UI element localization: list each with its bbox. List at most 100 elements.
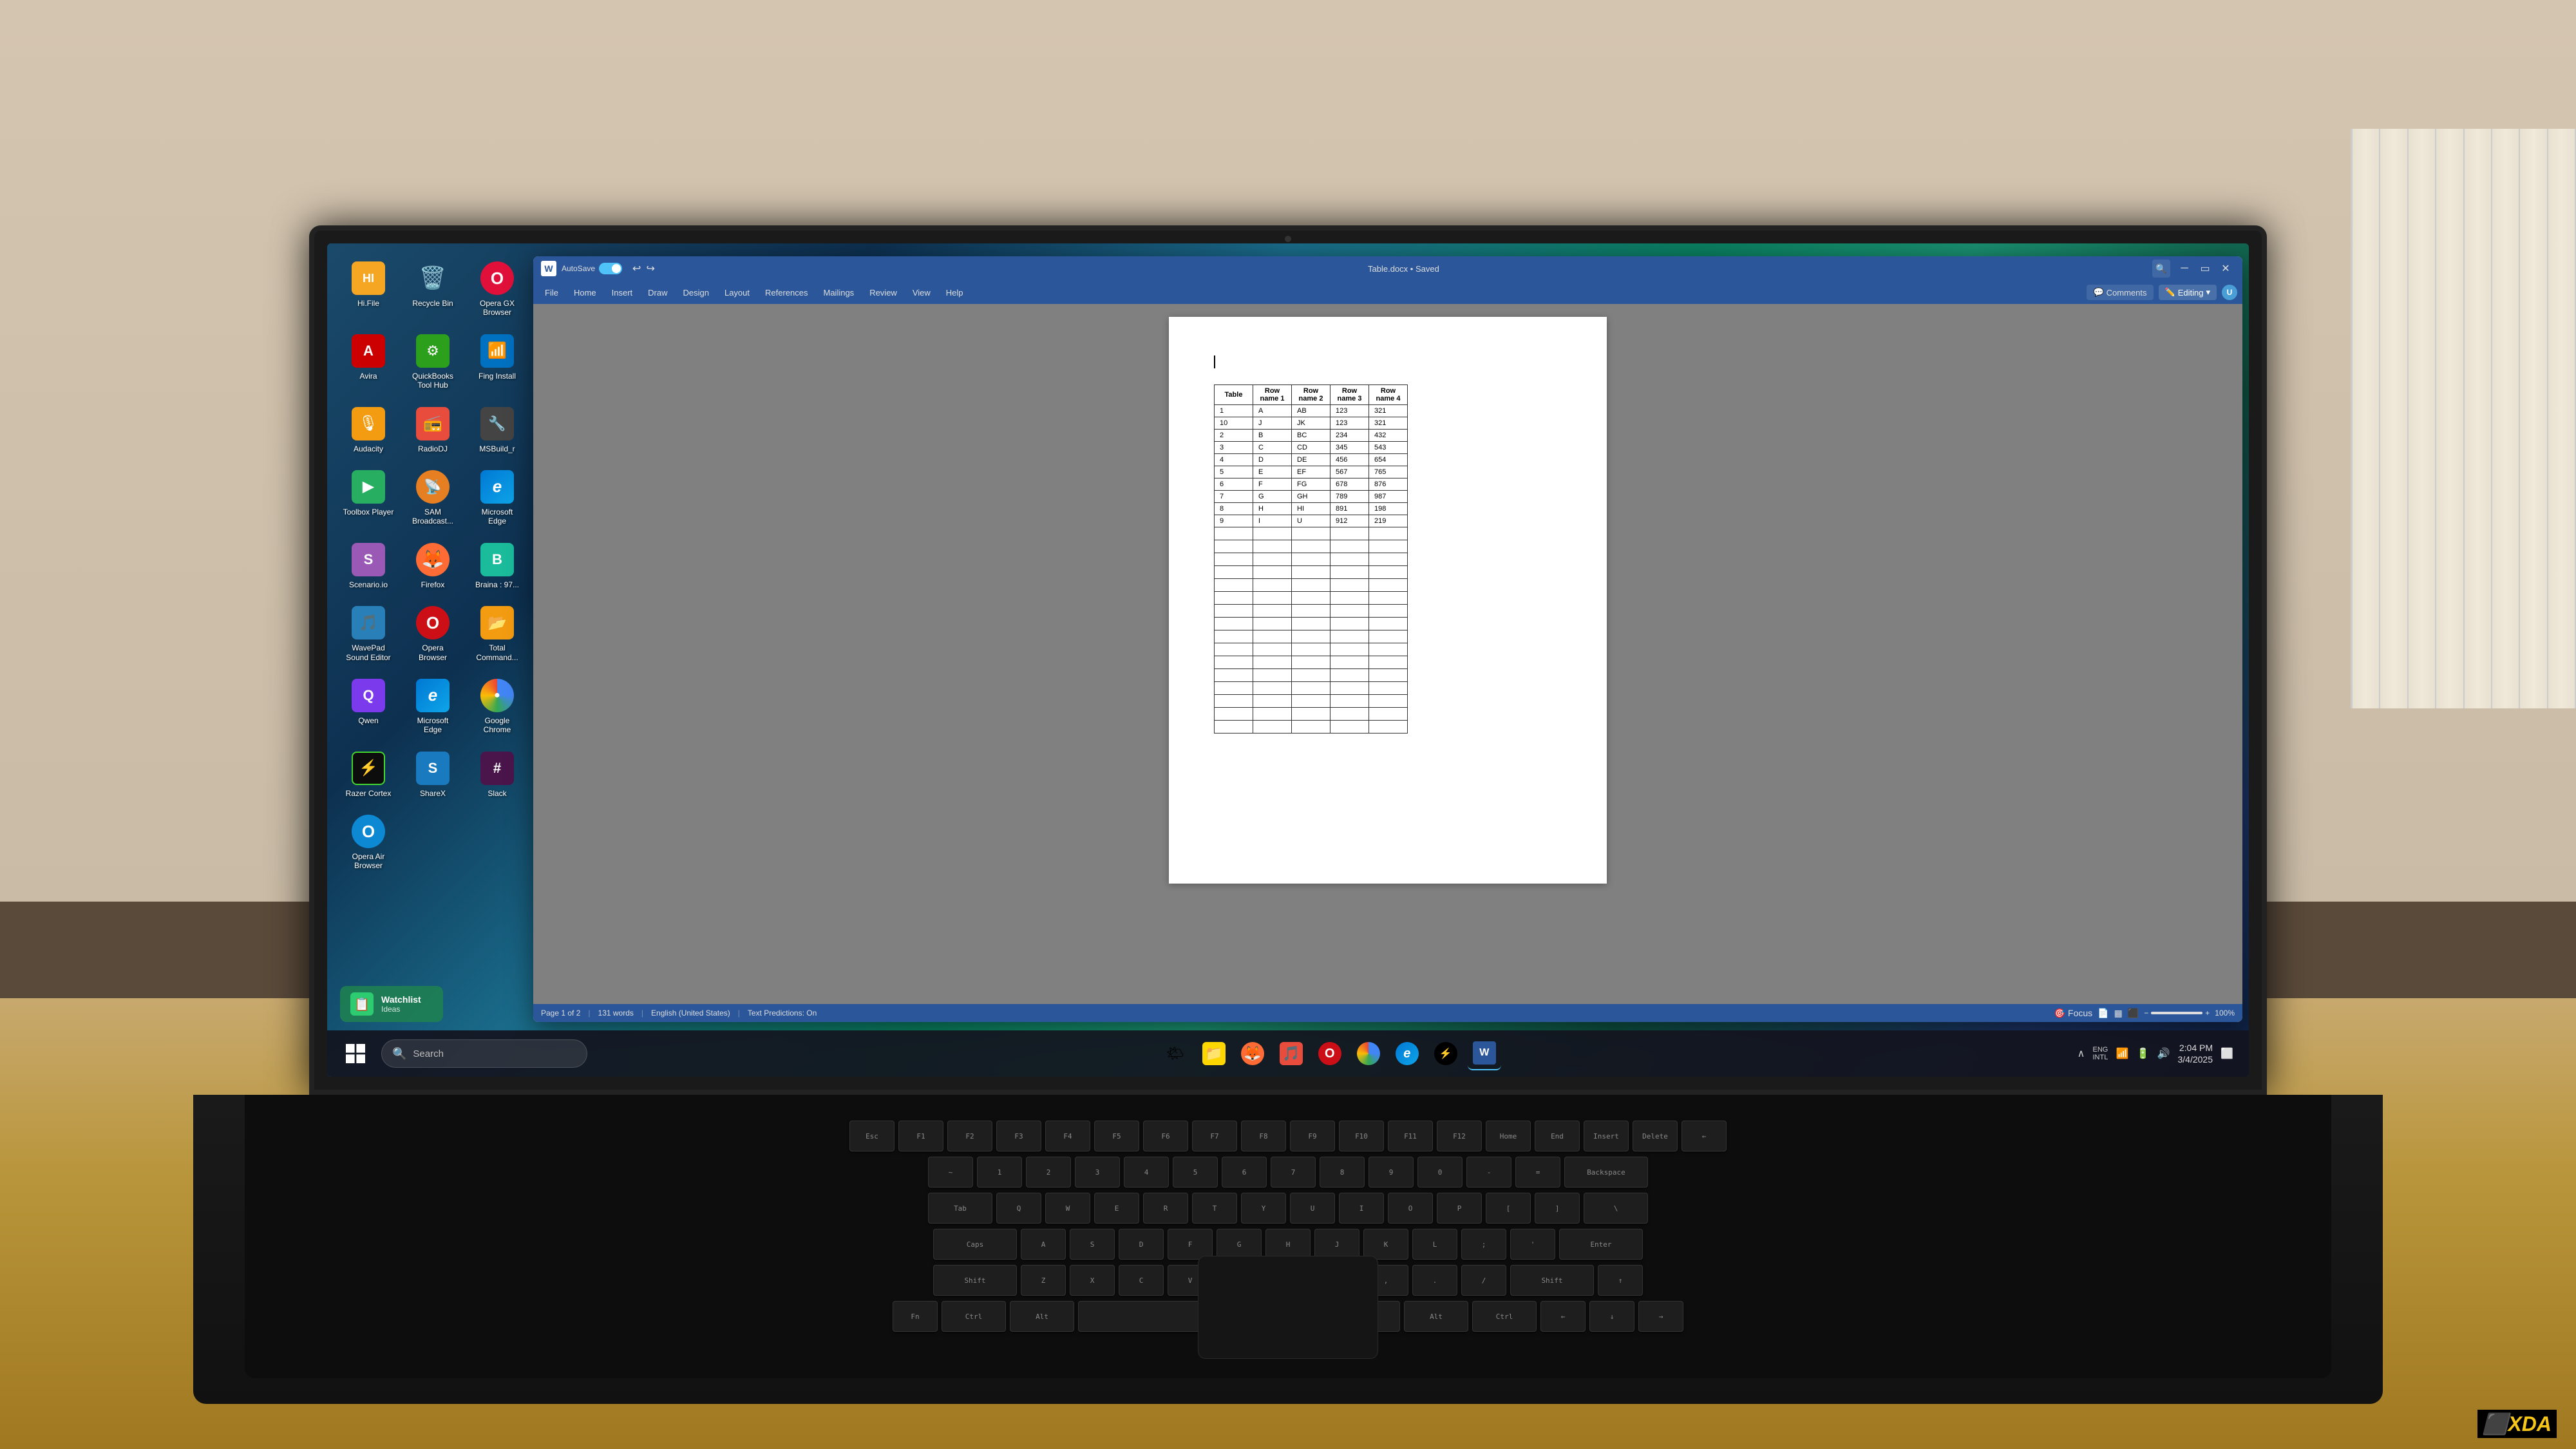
key-2[interactable]: 2 [1026,1157,1071,1188]
key-tilde[interactable]: ~ [928,1157,973,1188]
menu-help[interactable]: Help [940,285,970,300]
key-j[interactable]: J [1314,1229,1359,1260]
watchlist-widget[interactable]: 📋 Watchlist Ideas [340,986,443,1022]
key-h[interactable]: H [1265,1229,1311,1260]
comments-button[interactable]: 💬 Comments [2087,285,2153,300]
taskbar-app-razer[interactable]: ⚡ [1429,1037,1463,1070]
key-e[interactable]: E [1094,1193,1139,1224]
zoom-out-icon[interactable]: − [2144,1009,2148,1018]
key-f10[interactable]: F10 [1339,1121,1384,1151]
editing-button[interactable]: ✏️ Editing ▾ [2159,285,2217,300]
key-s[interactable]: S [1070,1229,1115,1260]
systray-expand[interactable]: ∧ [2072,1045,2090,1063]
taskbar-app-firefox[interactable]: 🦊 [1236,1037,1269,1070]
key-g[interactable]: G [1217,1229,1262,1260]
key-3[interactable]: 3 [1075,1157,1120,1188]
key-tab[interactable]: Tab [928,1193,992,1224]
key-7[interactable]: 7 [1271,1157,1316,1188]
key-backslash[interactable]: \ [1584,1193,1648,1224]
menu-file[interactable]: File [538,285,565,300]
key-semicolon[interactable]: ; [1461,1229,1506,1260]
desktop-icon-opera-air[interactable]: O Opera Air Browser [340,810,397,876]
view-mode-icon3[interactable]: ⬛ [2128,1008,2139,1019]
zoom-slider[interactable] [2151,1012,2202,1014]
desktop-icon-opera-gx[interactable]: O Opera GX Browser [469,256,526,323]
minimize-button[interactable]: ─ [2175,260,2193,278]
desktop-icon-sam[interactable]: 📡 SAM Broadcast... [404,465,461,531]
key-period[interactable]: . [1412,1265,1457,1296]
key-up[interactable]: ↑ [1598,1265,1643,1296]
desktop-icon-quickbooks[interactable]: ⚙ QuickBooks Tool Hub [404,329,461,395]
key-d[interactable]: D [1119,1229,1164,1260]
key-f8[interactable]: F8 [1241,1121,1286,1151]
titlebar-icon-undo[interactable]: ↩ [632,262,641,275]
taskbar-app-edge[interactable]: e [1390,1037,1424,1070]
focus-icon[interactable]: 🎯 Focus [2054,1008,2092,1019]
restore-button[interactable]: ▭ [2196,260,2214,278]
desktop-icon-total-cmd[interactable]: 📂 Total Command... [469,601,526,667]
key-enter[interactable]: Enter [1559,1229,1643,1260]
taskbar-app-file-explorer[interactable]: 📁 [1197,1037,1231,1070]
key-q[interactable]: Q [996,1193,1041,1224]
desktop-icon-razer-cortex[interactable]: ⚡ Razer Cortex [340,746,397,803]
key-ctrl-r[interactable]: Ctrl [1472,1301,1537,1332]
key-f12[interactable]: F12 [1437,1121,1482,1151]
key-i[interactable]: I [1339,1193,1384,1224]
key-insert[interactable]: Insert [1584,1121,1629,1151]
desktop-icon-wavepad[interactable]: 🎵 WavePad Sound Editor [340,601,397,667]
systray-volume[interactable]: 🔊 [2155,1045,2173,1063]
key-6[interactable]: 6 [1222,1157,1267,1188]
key-alt-l[interactable]: Alt [1010,1301,1074,1332]
key-8[interactable]: 8 [1320,1157,1365,1188]
menu-references[interactable]: References [759,285,814,300]
taskbar-clock[interactable]: 2:04 PM 3/4/2025 [2178,1042,2213,1065]
desktop-icon-opera[interactable]: O Opera Browser [404,601,461,667]
key-0[interactable]: 0 [1417,1157,1463,1188]
taskbar-app-media[interactable]: 🎵 [1274,1037,1308,1070]
zoom-in-icon[interactable]: + [2205,1009,2210,1018]
key-left[interactable]: ← [1540,1301,1586,1332]
key-minus[interactable]: - [1466,1157,1511,1188]
key-backspace[interactable]: ← [1681,1121,1727,1151]
key-w[interactable]: W [1045,1193,1090,1224]
key-f[interactable]: F [1168,1229,1213,1260]
taskbar-app-widget[interactable]: 🌤 [1159,1037,1192,1070]
key-f3[interactable]: F3 [996,1121,1041,1151]
trackpad[interactable] [1198,1256,1378,1359]
key-equals[interactable]: = [1515,1157,1560,1188]
key-f9[interactable]: F9 [1290,1121,1335,1151]
user-avatar[interactable]: U [2222,285,2237,300]
menu-home[interactable]: Home [567,285,603,300]
key-y[interactable]: Y [1241,1193,1286,1224]
taskbar-app-chrome[interactable] [1352,1037,1385,1070]
systray-language[interactable]: ENG INTL [2093,1045,2111,1063]
key-t[interactable]: T [1192,1193,1237,1224]
desktop-icon-slack[interactable]: # Slack [469,746,526,803]
key-f7[interactable]: F7 [1192,1121,1237,1151]
desktop-icon-firefox[interactable]: 🦊 Firefox [404,538,461,594]
key-backspace2[interactable]: Backspace [1564,1157,1648,1188]
key-rbracket[interactable]: ] [1535,1193,1580,1224]
document-table[interactable]: Table Rowname 1 Rowname 2 Rowname 3 Rown… [1214,384,1408,734]
key-fn[interactable]: Fn [893,1301,938,1332]
desktop-icon-sharex[interactable]: S ShareX [404,746,461,803]
desktop-icon-google-chrome[interactable]: ● Google Chrome [469,674,526,740]
desktop-icon-qwen[interactable]: Q Qwen [340,674,397,740]
key-o[interactable]: O [1388,1193,1433,1224]
key-rshift[interactable]: Shift [1510,1265,1594,1296]
systray-wifi[interactable]: 📶 [2114,1045,2132,1063]
titlebar-icon-redo[interactable]: ↪ [646,262,654,275]
key-down[interactable]: ↓ [1589,1301,1634,1332]
menu-mailings[interactable]: Mailings [817,285,861,300]
key-alt-r[interactable]: Alt [1404,1301,1468,1332]
menu-insert[interactable]: Insert [605,285,639,300]
notification-center[interactable]: ⬜ [2218,1045,2236,1063]
key-u[interactable]: U [1290,1193,1335,1224]
key-lshift[interactable]: Shift [933,1265,1017,1296]
key-f6[interactable]: F6 [1143,1121,1188,1151]
key-k[interactable]: K [1363,1229,1408,1260]
key-z[interactable]: Z [1021,1265,1066,1296]
key-capslock[interactable]: Caps [933,1229,1017,1260]
close-button[interactable]: ✕ [2217,260,2235,278]
menu-design[interactable]: Design [677,285,715,300]
